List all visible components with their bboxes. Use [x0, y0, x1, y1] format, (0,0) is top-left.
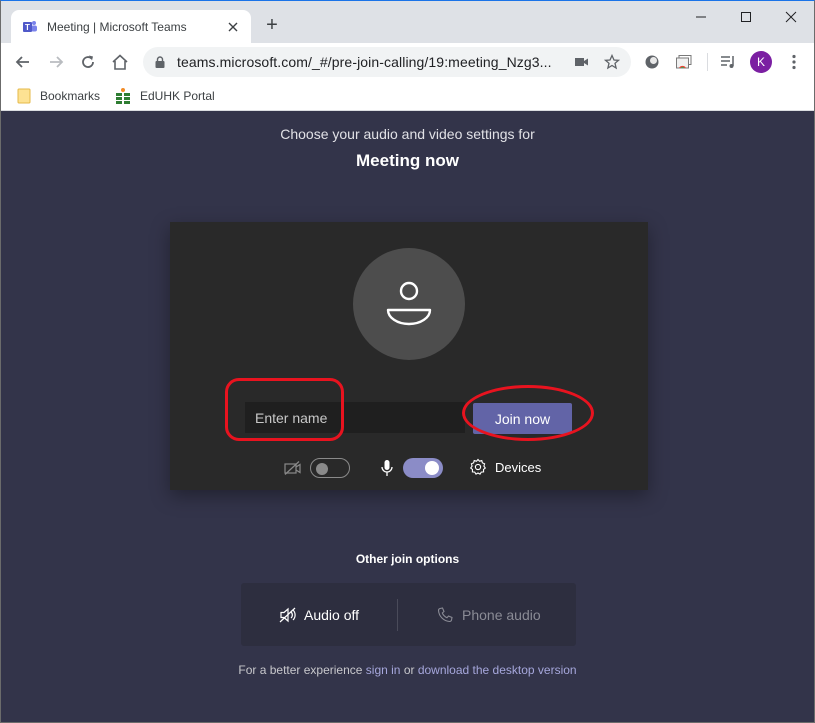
camera-control [284, 458, 350, 478]
forward-arrow-icon [50, 56, 64, 68]
footer-prefix: For a better experience [238, 663, 366, 677]
mic-toggle[interactable] [403, 458, 443, 478]
footer-middle: or [400, 663, 418, 677]
person-icon [386, 281, 432, 326]
other-join-options-title: Other join options [355, 552, 460, 566]
sign-in-link[interactable]: sign in [366, 663, 401, 677]
other-join-options: Audio off Phone audio [241, 583, 576, 646]
teams-prejoin-page: Choose your audio and video settings for… [1, 112, 814, 722]
camera-toggle[interactable] [310, 458, 350, 478]
audio-off-option[interactable]: Audio off [279, 583, 359, 646]
bookmarks-bar: Bookmarks EdUHK Portal [1, 81, 814, 111]
browser-window: T Meeting | Microsoft Teams + teams.micr… [0, 0, 815, 723]
toggle-knob [316, 463, 328, 475]
toggle-knob [425, 461, 439, 475]
meeting-title: Meeting now [356, 151, 459, 170]
devices-button[interactable]: Devices [469, 458, 541, 476]
phone-audio-label: Phone audio [462, 606, 541, 623]
url-text[interactable]: teams.microsoft.com/_#/pre-join-calling/… [177, 54, 571, 70]
extension-icon[interactable] [641, 51, 663, 73]
bookmark-eduhk-portal[interactable]: EdUHK Portal [115, 86, 215, 106]
browser-toolbar: teams.microsoft.com/_#/pre-join-calling/… [1, 43, 814, 81]
new-tab-button[interactable]: + [263, 15, 281, 35]
back-button[interactable] [11, 50, 35, 74]
reload-button[interactable] [76, 50, 100, 74]
camera-in-use-icon[interactable] [571, 51, 593, 73]
devices-label: Devices [495, 459, 542, 475]
prejoin-card: Join now D [170, 222, 648, 490]
svg-text:T: T [25, 23, 30, 32]
maximize-button[interactable] [723, 5, 769, 29]
close-tab-icon[interactable] [225, 19, 241, 35]
phone-icon [437, 606, 455, 624]
bookmark-folder-bookmarks[interactable]: Bookmarks [17, 86, 100, 106]
tab-title: Meeting | Microsoft Teams [47, 20, 187, 34]
lock-icon [155, 55, 167, 69]
microphone-icon [381, 459, 393, 477]
name-input[interactable] [245, 402, 465, 433]
user-avatar-placeholder [353, 248, 465, 360]
teams-icon: T [22, 19, 38, 35]
cast-extension-icon[interactable] [673, 51, 695, 73]
speaker-off-icon [279, 606, 297, 624]
join-now-button[interactable]: Join now [473, 403, 572, 434]
back-arrow-icon [15, 56, 29, 68]
bookmark-label: EdUHK Portal [140, 89, 215, 103]
eduhk-icon [115, 88, 131, 104]
reload-icon [82, 55, 94, 68]
menu-kebab-icon[interactable] [783, 51, 805, 73]
profile-avatar[interactable]: K [750, 51, 772, 73]
close-window-button[interactable] [768, 5, 814, 29]
toolbar-divider [707, 53, 708, 71]
minimize-button[interactable] [678, 5, 724, 29]
mic-control [381, 458, 443, 478]
footer-text: For a better experience sign in or downl… [1, 663, 814, 677]
home-button[interactable] [108, 50, 132, 74]
address-bar[interactable]: teams.microsoft.com/_#/pre-join-calling/… [143, 47, 631, 77]
bookmark-label: Bookmarks [40, 89, 101, 103]
phone-audio-option[interactable]: Phone audio [437, 583, 541, 646]
browser-tab[interactable]: T Meeting | Microsoft Teams [11, 10, 251, 44]
bookmark-star-icon[interactable] [601, 51, 623, 73]
forward-button[interactable] [44, 50, 68, 74]
options-divider [397, 599, 398, 631]
folder-icon [17, 88, 31, 104]
tab-strip: T Meeting | Microsoft Teams + [1, 1, 814, 44]
camera-off-icon [284, 461, 302, 475]
media-control-icon[interactable] [717, 51, 739, 73]
prejoin-subtitle: Choose your audio and video settings for [280, 126, 535, 142]
av-controls: Devices [170, 458, 648, 478]
home-icon [112, 54, 128, 70]
audio-off-label: Audio off [304, 606, 360, 623]
gear-icon [469, 458, 487, 476]
download-desktop-link[interactable]: download the desktop version [418, 663, 577, 677]
